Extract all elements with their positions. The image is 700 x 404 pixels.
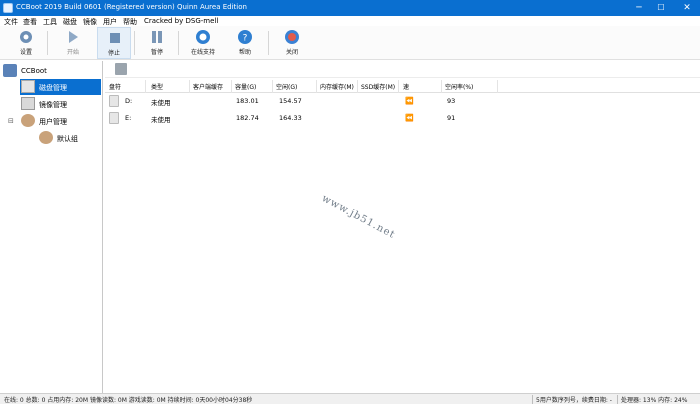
pause-button[interactable]: 暂停: [140, 27, 174, 59]
app-icon: [3, 3, 13, 13]
status-license: 5用户数序列号，续费日期: -: [536, 397, 612, 404]
column-divider: [497, 80, 498, 93]
cell-type: 未使用: [151, 116, 171, 124]
drive-icon: [109, 112, 119, 124]
speed-icon: ⏪: [405, 114, 414, 122]
header-client-cache[interactable]: 客户端缓存: [193, 82, 223, 91]
support-icon: [196, 30, 210, 44]
header-type[interactable]: 类型: [151, 82, 163, 91]
table-row[interactable]: D: 未使用 183.01 154.57 ⏪ 93: [105, 93, 700, 110]
status-cpu-memory: 处理器: 13% 内存: 24%: [621, 397, 688, 404]
window-title: CCBoot 2019 Build 0601 (Registered versi…: [16, 3, 247, 11]
pause-label: 暂停: [150, 49, 163, 56]
maximize-button[interactable]: ☐: [650, 0, 672, 16]
column-divider: [189, 80, 190, 93]
users-icon: [21, 114, 35, 127]
speed-icon: ⏪: [405, 97, 414, 105]
collapse-icon[interactable]: ⊟: [8, 117, 14, 125]
disk-management-label: 磁盘管理: [39, 84, 67, 92]
close-label: 关闭: [285, 49, 298, 56]
group-icon: [39, 131, 53, 144]
status-summary: 在线: 0 总数: 0 占用内存: 20M 镜像读数: 0M 游戏读数: 0M …: [4, 397, 253, 404]
toolbar-separator: [134, 31, 135, 55]
online-support-button[interactable]: 在线支持: [186, 27, 220, 59]
tree-item-image-management[interactable]: 镜像管理: [20, 96, 101, 112]
cell-free-rate: 91: [447, 114, 456, 122]
cell-drive: E:: [125, 114, 132, 122]
cell-free: 164.33: [279, 114, 302, 122]
column-divider: [316, 80, 317, 93]
tree-root-label: CCBoot: [21, 67, 47, 75]
close-icon: [285, 30, 299, 44]
pause-icon: [152, 31, 162, 43]
status-divider: [532, 395, 533, 404]
menu-bar: 文件 查看 工具 磁盘 镜像 用户 帮助 Cracked by DSG-mell: [0, 16, 700, 26]
header-free-rate[interactable]: 空闲率(%): [445, 82, 473, 91]
header-ssd-cache[interactable]: SSD缓存(M): [361, 82, 395, 91]
svg-text:?: ?: [243, 34, 248, 44]
minimize-button[interactable]: ─: [628, 0, 650, 16]
image-management-label: 镜像管理: [39, 101, 67, 109]
column-divider: [398, 80, 399, 93]
sub-toolbar: [105, 61, 700, 78]
gear-icon: [20, 31, 32, 43]
cracked-by-text: Cracked by DSG-mell: [144, 17, 219, 25]
status-bar: 在线: 0 总数: 0 占用内存: 20M 镜像读数: 0M 游戏读数: 0M …: [0, 393, 700, 404]
toolbar-separator: [268, 31, 269, 55]
help-button[interactable]: ? 帮助: [228, 27, 262, 59]
header-speed[interactable]: 速: [403, 82, 409, 91]
tree-root-ccboot[interactable]: CCBoot: [2, 63, 100, 79]
close-button[interactable]: 关闭: [275, 27, 309, 59]
default-group-label: 默认组: [57, 135, 78, 143]
toolbar: 设置 开始 停止 暂停 在线支持 ? 帮助 关闭: [0, 26, 700, 60]
table-header: 盘符 类型 客户端缓存 容量(G) 空闲(G) 内存缓存(M) SSD缓存(M)…: [105, 80, 700, 93]
drive-icon: [109, 95, 119, 107]
computer-icon: [3, 64, 17, 77]
disk-list-pane: 盘符 类型 客户端缓存 容量(G) 空闲(G) 内存缓存(M) SSD缓存(M)…: [105, 61, 700, 393]
header-drive[interactable]: 盘符: [109, 82, 121, 91]
cell-capacity: 182.74: [236, 114, 259, 122]
toolbar-separator: [178, 31, 179, 55]
refresh-icon[interactable]: [115, 63, 127, 75]
toolbar-separator: [47, 31, 48, 55]
cell-capacity: 183.01: [236, 97, 259, 105]
column-divider: [441, 80, 442, 93]
settings-label: 设置: [19, 49, 32, 56]
settings-button[interactable]: 设置: [9, 27, 43, 59]
header-free[interactable]: 空闲(G): [276, 82, 297, 91]
navigation-tree: CCBoot 磁盘管理 镜像管理 ⊟ 用户管理 默认组: [0, 61, 103, 393]
table-row[interactable]: E: 未使用 182.74 164.33 ⏪ 91: [105, 110, 700, 127]
column-divider: [357, 80, 358, 93]
tree-item-default-group[interactable]: 默认组: [38, 130, 101, 146]
start-button[interactable]: 开始: [56, 27, 90, 59]
cell-drive: D:: [125, 97, 133, 105]
column-divider: [145, 80, 146, 93]
stop-icon: [110, 33, 120, 43]
header-capacity[interactable]: 容量(G): [235, 82, 256, 91]
online-support-label: 在线支持: [190, 49, 215, 56]
close-window-button[interactable]: ✕: [676, 0, 698, 16]
disk-icon: [21, 80, 35, 93]
stop-label: 停止: [107, 50, 120, 57]
column-divider: [231, 80, 232, 93]
status-divider: [617, 395, 618, 404]
tree-item-disk-management[interactable]: 磁盘管理: [20, 79, 101, 95]
cell-free: 154.57: [279, 97, 302, 105]
stop-button[interactable]: 停止: [97, 27, 131, 59]
title-bar: CCBoot 2019 Build 0601 (Registered versi…: [0, 0, 700, 16]
cell-type: 未使用: [151, 99, 171, 107]
play-icon: [69, 31, 78, 43]
header-memory-cache[interactable]: 内存缓存(M): [320, 82, 354, 91]
help-label: 帮助: [238, 49, 251, 56]
help-icon: ?: [238, 30, 252, 44]
tree-item-user-management[interactable]: 用户管理: [20, 113, 101, 129]
start-label: 开始: [66, 49, 79, 56]
image-disk-icon: [21, 97, 35, 110]
cell-free-rate: 93: [447, 97, 456, 105]
user-management-label: 用户管理: [39, 118, 67, 126]
column-divider: [272, 80, 273, 93]
